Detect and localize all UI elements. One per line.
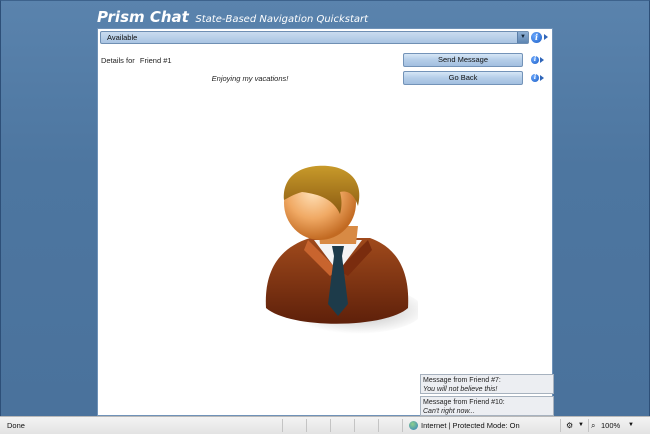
info-icon[interactable]: i <box>531 32 542 43</box>
message-notification[interactable]: Message from Friend #10: Can't right now… <box>420 396 554 416</box>
message-sender: Message from Friend #10: <box>423 399 505 406</box>
message-body: You will not believe this! <box>423 386 498 393</box>
friend-avatar <box>258 160 423 340</box>
friend-name: Friend #1 <box>139 56 172 65</box>
chevron-down-icon[interactable]: ▼ <box>628 417 634 434</box>
friend-status-message: Enjoying my vacations! <box>211 74 289 83</box>
magnifier-icon[interactable]: ⌕ <box>591 417 595 434</box>
message-sender: Message from Friend #7: <box>423 377 501 384</box>
info-icon[interactable]: i <box>531 74 539 82</box>
details-label-text: Details for <box>101 56 135 65</box>
status-divider <box>560 419 561 432</box>
app-title-bar: Prism Chat State-Based Navigation Quicks… <box>97 8 368 28</box>
status-select[interactable]: Available ▼ <box>100 31 529 44</box>
globe-icon <box>409 421 418 430</box>
status-divider <box>306 419 307 432</box>
status-divider <box>282 419 283 432</box>
send-message-button[interactable]: Send Message <box>403 53 523 67</box>
status-divider <box>378 419 379 432</box>
info-icon[interactable]: i <box>531 56 539 64</box>
go-back-button[interactable]: Go Back <box>403 71 523 85</box>
status-divider <box>402 419 403 432</box>
browser-status-bar: Done Internet | Protected Mode: On ⚙ ▼ ⌕… <box>0 416 650 434</box>
expand-arrow-icon[interactable] <box>540 75 544 81</box>
zoom-level[interactable]: 100% <box>601 417 620 434</box>
chevron-down-icon[interactable]: ▼ <box>578 417 584 434</box>
protected-mode-icon[interactable]: ⚙ <box>566 417 573 434</box>
message-body: Can't right now... <box>423 408 475 415</box>
person-avatar-icon <box>265 165 423 334</box>
app-title: Prism Chat <box>97 8 189 26</box>
status-select-value: Available <box>107 33 138 42</box>
expand-arrow-icon[interactable] <box>544 34 548 40</box>
app-subtitle: State-Based Navigation Quickstart <box>195 14 369 25</box>
message-notification[interactable]: Message from Friend #7: You will not bel… <box>420 374 554 394</box>
status-text: Done <box>7 421 25 430</box>
expand-arrow-icon[interactable] <box>540 57 544 63</box>
status-divider <box>354 419 355 432</box>
chevron-down-icon[interactable]: ▼ <box>517 32 528 43</box>
security-zone-text[interactable]: Internet | Protected Mode: On <box>421 417 520 434</box>
status-divider <box>588 419 589 432</box>
status-divider <box>330 419 331 432</box>
message-notifications: Message from Friend #7: You will not bel… <box>420 374 554 418</box>
details-label: Details for Friend #1 <box>101 56 172 65</box>
